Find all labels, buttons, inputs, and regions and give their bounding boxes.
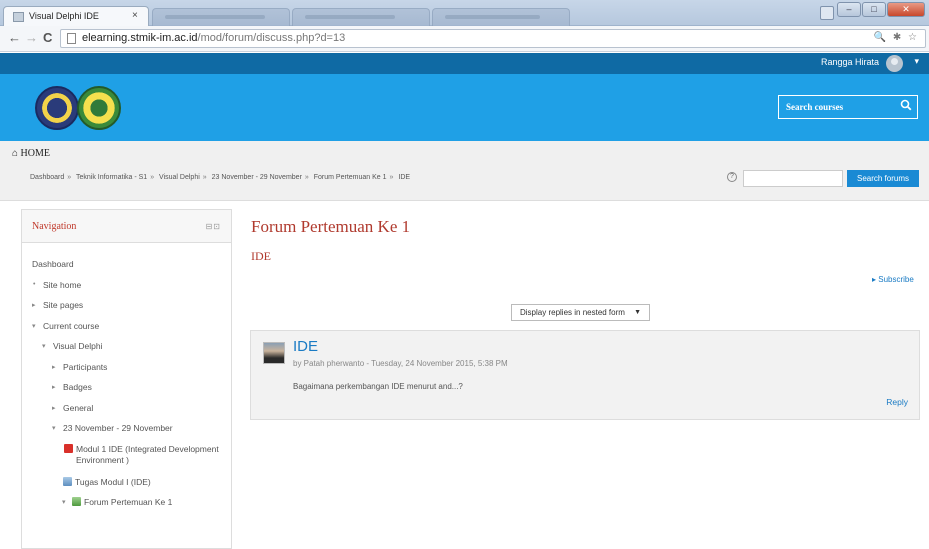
search-forums-button[interactable]: Search forums [847,170,919,187]
block-controls-icon[interactable]: ⊟⊡ [206,222,221,231]
institution-logo[interactable] [35,86,79,130]
search-icon[interactable] [895,96,917,118]
collapse-icon: ▾ [32,322,36,330]
collapse-icon: ▾ [42,343,46,350]
sidebar-item-tugas-modul[interactable]: Tugas Modul I (IDE) [22,476,231,498]
subscribe-link[interactable]: ▸ Subscribe [872,275,914,284]
post-author-line: by Patah pherwanto - Tuesday, 24 Novembe… [293,359,508,368]
page-icon [67,33,76,44]
forward-icon[interactable]: → [25,30,38,45]
forum-icon [72,497,81,506]
tab-title: Visual Delphi IDE [29,11,99,21]
display-mode-value: Display replies in nested form [520,308,625,317]
navigation-block: Navigation ⊟⊡ Dashboard • Site home ▸ Si… [21,209,232,549]
avatar[interactable] [263,342,285,364]
maximize-icon[interactable]: □ [862,2,886,17]
site-header [0,74,929,141]
sidebar-item-current-course[interactable]: ▾ Current course [22,321,231,342]
breadcrumb-item[interactable]: 23 November - 29 November [212,174,302,181]
tab-close-icon[interactable]: × [132,10,138,21]
breadcrumb: Dashboard» Teknik Informatika - S1» Visu… [30,174,411,181]
search-forums-input[interactable] [743,170,843,187]
collapse-icon: ▾ [52,425,56,432]
sidebar-item-site-pages[interactable]: ▸ Site pages [22,300,231,321]
home-label: HOME [20,148,50,159]
minimize-icon[interactable]: – [837,2,861,17]
sidebar-item-week[interactable]: ▾ 23 November - 29 November [22,423,231,444]
assignment-icon [63,476,72,486]
page-favicon-icon [13,12,24,22]
breadcrumb-item: IDE [398,174,411,181]
chevron-down-icon: ▼ [634,309,641,316]
sidebar-item-dashboard[interactable]: Dashboard [22,259,231,280]
tab-inactive[interactable] [432,8,570,26]
user-bar: Rangga Hirata ▾ [0,53,929,74]
display-mode-select[interactable]: Display replies in nested form ▼ [511,304,650,321]
tab-inactive[interactable] [152,8,290,26]
expand-icon: ▸ [52,363,56,371]
url-text: elearning.stmik-im.ac.id/mod/forum/discu… [82,32,346,44]
sidebar-item-participants[interactable]: ▸ Participants [22,362,231,383]
post-subject[interactable]: IDE [293,338,318,355]
sidebar-item-site-home[interactable]: • Site home [22,280,231,301]
discussion-title: IDE [251,249,271,263]
tab-active[interactable]: Visual Delphi IDE × [3,6,149,27]
breadcrumb-item[interactable]: Teknik Informatika - S1 [76,174,147,181]
home-icon: ⌂ [12,148,19,159]
pdf-icon [64,443,73,453]
search-courses-input[interactable] [779,96,897,118]
sidebar-item-forum[interactable]: ▾ Forum Pertemuan Ke 1 [22,497,231,518]
search-courses [778,95,918,119]
navigation-block-title: Navigation [32,221,77,232]
avatar[interactable] [886,55,903,72]
url-input[interactable]: elearning.stmik-im.ac.id/mod/forum/discu… [60,29,926,48]
browser-tab-bar: Visual Delphi IDE × – □ ✕ [0,0,929,27]
sidebar-item-general[interactable]: ▸ General [22,403,231,424]
breadcrumb-item[interactable]: Forum Pertemuan Ke 1 [314,174,387,181]
address-bar: ← → C elearning.stmik-im.ac.id/mod/forum… [0,26,929,52]
page-title: Forum Pertemuan Ke 1 [251,217,411,236]
reload-icon[interactable]: C [43,30,52,45]
sidebar-item-visual-delphi[interactable]: ▾ Visual Delphi [22,341,231,362]
chevron-down-icon[interactable]: ▾ [914,56,919,67]
collapse-icon: ▾ [62,499,66,506]
institution-logo-secondary[interactable] [77,86,121,130]
expand-icon: ▸ [52,384,56,391]
close-window-icon[interactable]: ✕ [887,2,925,17]
forum-post: IDE by Patah pherwanto - Tuesday, 24 Nov… [250,330,920,420]
back-icon[interactable]: ← [8,30,21,45]
window-controls: – □ ✕ [837,2,925,17]
omnibox-icons[interactable]: 🔍 ✱ ☆ [874,32,919,43]
navigation-bar: ⌂ HOME Dashboard» Teknik Informatika - S… [0,141,929,201]
reply-link[interactable]: Reply [886,397,908,407]
navigation-block-header: Navigation ⊟⊡ [22,210,231,243]
browser-profile-icon[interactable] [820,6,834,20]
breadcrumb-item[interactable]: Visual Delphi [159,174,200,181]
expand-icon: ▸ [32,302,36,309]
bullet-icon: • [33,280,36,288]
expand-icon: ▸ [52,404,56,412]
home-link[interactable]: ⌂ HOME [12,148,50,159]
breadcrumb-item[interactable]: Dashboard [30,174,64,181]
sidebar-item-badges[interactable]: ▸ Badges [22,382,231,403]
tab-inactive[interactable] [292,8,430,26]
sidebar-item-modul-1[interactable]: Modul 1 IDE (Integrated Development Envi… [22,443,231,477]
help-icon[interactable]: ? [727,172,737,182]
user-name[interactable]: Rangga Hirata [821,57,879,67]
post-body: Bagaimana perkembangan IDE menurut and..… [293,382,463,391]
